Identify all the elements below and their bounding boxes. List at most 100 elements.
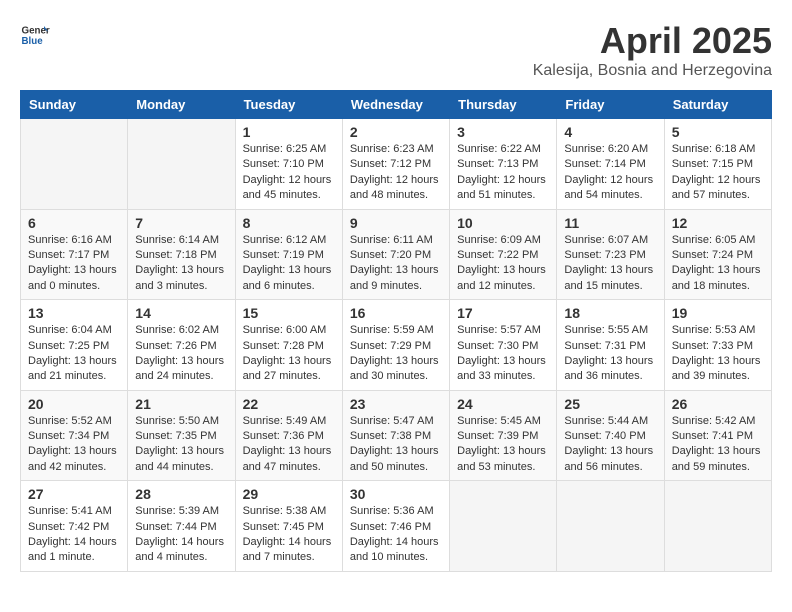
calendar-cell: [450, 481, 557, 572]
calendar-cell: 3 Sunrise: 6:22 AM Sunset: 7:13 PM Daylig…: [450, 119, 557, 210]
calendar-cell: 17 Sunrise: 5:57 AM Sunset: 7:30 PM Dayli…: [450, 300, 557, 391]
day-info: Sunrise: 6:04 AM Sunset: 7:25 PM Dayligh…: [28, 323, 120, 385]
day-number: 6: [28, 215, 120, 231]
calendar-cell: 5 Sunrise: 6:18 AM Sunset: 7:15 PM Daylig…: [664, 119, 771, 210]
day-number: 5: [672, 124, 764, 140]
calendar-cell: 16Sunrise: 5:59 AM Sunset: 7:29 PM Dayli…: [342, 300, 449, 391]
day-info: Sunrise: 5:55 AM Sunset: 7:31 PM Dayligh…: [564, 323, 656, 385]
day-info: Sunrise: 5:49 AM Sunset: 7:36 PM Dayligh…: [243, 414, 335, 476]
day-info: Sunrise: 5:36 AM Sunset: 7:46 PM Dayligh…: [350, 504, 442, 566]
day-info: Sunrise: 5:52 AM Sunset: 7:34 PM Dayligh…: [28, 414, 120, 476]
day-info: Sunrise: 5:44 AM Sunset: 7:40 PM Dayligh…: [564, 414, 656, 476]
day-info: Sunrise: 5:39 AM Sunset: 7:44 PM Dayligh…: [135, 504, 227, 566]
day-number: 15: [243, 305, 335, 321]
day-info: Sunrise: 6:12 AM Sunset: 7:19 PM Dayligh…: [243, 233, 335, 295]
day-info: Sunrise: 6:16 AM Sunset: 7:17 PM Dayligh…: [28, 233, 120, 295]
week-row-4: 20 Sunrise: 5:52 AM Sunset: 7:34 PM Dayli…: [21, 390, 772, 481]
day-number: 18: [564, 305, 656, 321]
day-number: 2: [350, 124, 442, 140]
calendar-cell: 6 Sunrise: 6:16 AM Sunset: 7:17 PM Daylig…: [21, 209, 128, 300]
day-info: Sunrise: 6:02 AM Sunset: 7:26 PM Dayligh…: [135, 323, 227, 385]
day-info: Sunrise: 6:07 AM Sunset: 7:23 PM Dayligh…: [564, 233, 656, 295]
day-info: Sunrise: 6:00 AM Sunset: 7:28 PM Dayligh…: [243, 323, 335, 385]
day-number: 10: [457, 215, 549, 231]
calendar-cell: 2 Sunrise: 6:23 AM Sunset: 7:12 PM Daylig…: [342, 119, 449, 210]
day-number: 11: [564, 215, 656, 231]
calendar-cell: 21Sunrise: 5:50 AM Sunset: 7:35 PM Dayli…: [128, 390, 235, 481]
week-row-5: 27Sunrise: 5:41 AM Sunset: 7:42 PM Dayli…: [21, 481, 772, 572]
calendar-cell: 12Sunrise: 6:05 AM Sunset: 7:24 PM Dayli…: [664, 209, 771, 300]
weekday-header-row: SundayMondayTuesdayWednesdayThursdayFrid…: [21, 91, 772, 119]
day-number: 28: [135, 486, 227, 502]
day-info: Sunrise: 6:23 AM Sunset: 7:12 PM Dayligh…: [350, 142, 442, 204]
day-info: Sunrise: 6:11 AM Sunset: 7:20 PM Dayligh…: [350, 233, 442, 295]
day-number: 24: [457, 396, 549, 412]
day-number: 4: [564, 124, 656, 140]
day-info: Sunrise: 6:22 AM Sunset: 7:13 PM Dayligh…: [457, 142, 549, 204]
calendar-cell: 28 Sunrise: 5:39 AM Sunset: 7:44 PM Dayli…: [128, 481, 235, 572]
calendar-table: SundayMondayTuesdayWednesdayThursdayFrid…: [20, 90, 772, 572]
calendar-cell: 13 Sunrise: 6:04 AM Sunset: 7:25 PM Dayli…: [21, 300, 128, 391]
month-title: April 2025: [533, 20, 772, 62]
title-section: April 2025 Kalesija, Bosnia and Herzegov…: [533, 20, 772, 80]
day-number: 9: [350, 215, 442, 231]
calendar-cell: 25 Sunrise: 5:44 AM Sunset: 7:40 PM Dayli…: [557, 390, 664, 481]
calendar-cell: 30Sunrise: 5:36 AM Sunset: 7:46 PM Dayli…: [342, 481, 449, 572]
day-number: 3: [457, 124, 549, 140]
calendar-cell: 1Sunrise: 6:25 AM Sunset: 7:10 PM Daylig…: [235, 119, 342, 210]
day-info: Sunrise: 6:20 AM Sunset: 7:14 PM Dayligh…: [564, 142, 656, 204]
day-number: 22: [243, 396, 335, 412]
day-number: 8: [243, 215, 335, 231]
calendar-cell: 23 Sunrise: 5:47 AM Sunset: 7:38 PM Dayli…: [342, 390, 449, 481]
day-info: Sunrise: 5:41 AM Sunset: 7:42 PM Dayligh…: [28, 504, 120, 566]
calendar-cell: 7 Sunrise: 6:14 AM Sunset: 7:18 PM Daylig…: [128, 209, 235, 300]
calendar-cell: [21, 119, 128, 210]
weekday-header-thursday: Thursday: [450, 91, 557, 119]
calendar-cell: 15 Sunrise: 6:00 AM Sunset: 7:28 PM Dayli…: [235, 300, 342, 391]
weekday-header-monday: Monday: [128, 91, 235, 119]
calendar-cell: 26Sunrise: 5:42 AM Sunset: 7:41 PM Dayli…: [664, 390, 771, 481]
weekday-header-saturday: Saturday: [664, 91, 771, 119]
day-info: Sunrise: 6:09 AM Sunset: 7:22 PM Dayligh…: [457, 233, 549, 295]
day-info: Sunrise: 6:05 AM Sunset: 7:24 PM Dayligh…: [672, 233, 764, 295]
day-number: 7: [135, 215, 227, 231]
calendar-cell: [557, 481, 664, 572]
weekday-header-wednesday: Wednesday: [342, 91, 449, 119]
day-number: 1: [243, 124, 335, 140]
day-number: 26: [672, 396, 764, 412]
calendar-cell: 18 Sunrise: 5:55 AM Sunset: 7:31 PM Dayli…: [557, 300, 664, 391]
calendar-cell: [128, 119, 235, 210]
calendar-cell: [664, 481, 771, 572]
logo: General Blue: [20, 20, 50, 50]
calendar-cell: 8 Sunrise: 6:12 AM Sunset: 7:19 PM Daylig…: [235, 209, 342, 300]
svg-text:Blue: Blue: [22, 36, 44, 47]
calendar-cell: 4 Sunrise: 6:20 AM Sunset: 7:14 PM Daylig…: [557, 119, 664, 210]
day-info: Sunrise: 5:53 AM Sunset: 7:33 PM Dayligh…: [672, 323, 764, 385]
week-row-1: 1Sunrise: 6:25 AM Sunset: 7:10 PM Daylig…: [21, 119, 772, 210]
day-number: 19: [672, 305, 764, 321]
day-number: 25: [564, 396, 656, 412]
logo-icon: General Blue: [20, 20, 50, 50]
calendar-cell: 10 Sunrise: 6:09 AM Sunset: 7:22 PM Dayli…: [450, 209, 557, 300]
weekday-header-tuesday: Tuesday: [235, 91, 342, 119]
day-info: Sunrise: 6:18 AM Sunset: 7:15 PM Dayligh…: [672, 142, 764, 204]
calendar-cell: 24 Sunrise: 5:45 AM Sunset: 7:39 PM Dayli…: [450, 390, 557, 481]
calendar-cell: 14 Sunrise: 6:02 AM Sunset: 7:26 PM Dayli…: [128, 300, 235, 391]
day-number: 23: [350, 396, 442, 412]
day-number: 17: [457, 305, 549, 321]
svg-text:General: General: [22, 26, 51, 37]
day-info: Sunrise: 5:57 AM Sunset: 7:30 PM Dayligh…: [457, 323, 549, 385]
week-row-3: 13 Sunrise: 6:04 AM Sunset: 7:25 PM Dayli…: [21, 300, 772, 391]
week-row-2: 6 Sunrise: 6:16 AM Sunset: 7:17 PM Daylig…: [21, 209, 772, 300]
calendar-cell: 20 Sunrise: 5:52 AM Sunset: 7:34 PM Dayli…: [21, 390, 128, 481]
day-number: 13: [28, 305, 120, 321]
day-info: Sunrise: 5:59 AM Sunset: 7:29 PM Dayligh…: [350, 323, 442, 385]
header: General Blue April 2025 Kalesija, Bosnia…: [20, 20, 772, 80]
day-info: Sunrise: 5:47 AM Sunset: 7:38 PM Dayligh…: [350, 414, 442, 476]
location-title: Kalesija, Bosnia and Herzegovina: [533, 62, 772, 80]
day-number: 20: [28, 396, 120, 412]
day-info: Sunrise: 6:14 AM Sunset: 7:18 PM Dayligh…: [135, 233, 227, 295]
calendar-cell: 19 Sunrise: 5:53 AM Sunset: 7:33 PM Dayli…: [664, 300, 771, 391]
day-info: Sunrise: 5:45 AM Sunset: 7:39 PM Dayligh…: [457, 414, 549, 476]
day-number: 14: [135, 305, 227, 321]
